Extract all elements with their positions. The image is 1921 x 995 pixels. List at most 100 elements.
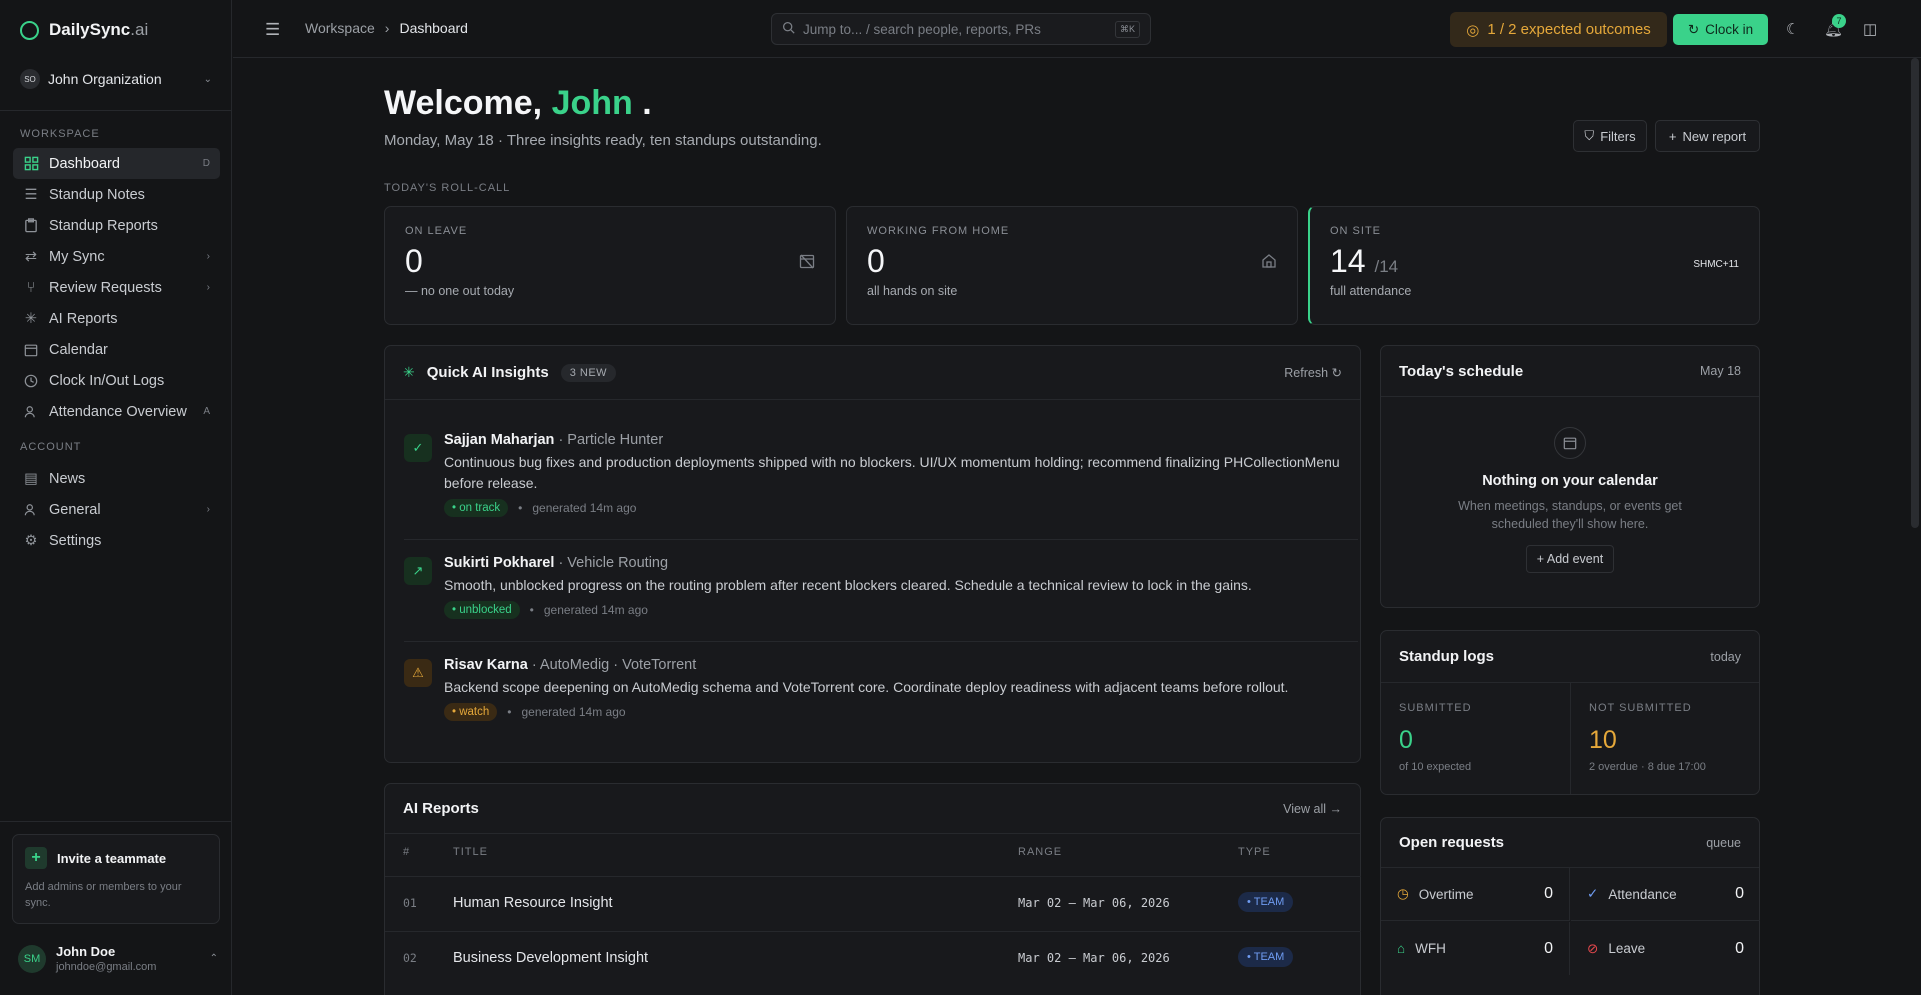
filters-button[interactable]: ⛉ Filters — [1573, 120, 1647, 152]
insight-time: generated 14m ago — [532, 501, 637, 515]
stat-total: /14 — [1374, 257, 1399, 276]
section-label-account: ACCOUNT — [20, 441, 82, 453]
sidebar-item-review-requests[interactable]: ⑂ Review Requests › — [13, 272, 220, 303]
view-all-link[interactable]: View all → — [1283, 802, 1342, 816]
expected-outcomes-button[interactable]: ◎ 1 / 2 expected outcomes — [1450, 12, 1667, 47]
request-leave[interactable]: ⊘ Leave 0 — [1571, 922, 1760, 975]
status-label: on track — [459, 502, 501, 514]
ai-reports-card: AI Reports View all → # TITLE RANGE TYPE… — [384, 783, 1361, 995]
sidebar-item-calendar[interactable]: Calendar — [13, 334, 220, 365]
card-title: Today's schedule — [1399, 362, 1524, 380]
schedule-card: Today's schedule May 18 Nothing on your … — [1380, 345, 1760, 608]
invite-teammate-card[interactable]: + Invite a teammate Add admins or members… — [12, 834, 220, 924]
greeting-punctuation: . — [642, 84, 652, 122]
sidebar-divider — [0, 821, 232, 822]
sidebar-item-settings[interactable]: ⚙ Settings — [13, 525, 220, 556]
stat-value: 10 — [1589, 726, 1617, 754]
stat-card-wfh[interactable]: WORKING FROM HOME 0 all hands on site — [846, 206, 1298, 325]
column-header: RANGE — [1018, 846, 1063, 858]
card-title: Quick AI Insights — [426, 364, 549, 381]
status-badge: • on track — [444, 499, 509, 517]
chevron-right-icon: › — [206, 504, 210, 515]
new-report-button[interactable]: + New report — [1655, 120, 1760, 152]
stat-card-on-leave[interactable]: ON LEAVE 0 — no one out today — [384, 206, 836, 325]
card-header: AI Reports View all → — [385, 784, 1360, 834]
list-icon: ☰ — [24, 186, 38, 203]
stat-value: 0 — [867, 243, 1277, 280]
insight-text: Smooth, unblocked progress on the routin… — [444, 577, 1252, 593]
chevron-up-icon: ⌃ — [209, 953, 218, 964]
chevron-down-icon: ⌄ — [203, 73, 212, 85]
request-wfh[interactable]: ⌂ WFH 0 — [1381, 922, 1570, 975]
table-row[interactable]: 01 Human Resource Insight Mar 02 — Mar 0… — [385, 876, 1361, 931]
sidebar-item-label: AI Reports — [49, 310, 118, 327]
stat-number: 0 — [405, 243, 423, 279]
sidebar-item-news[interactable]: ▤ News — [13, 463, 220, 494]
avatar: SM — [18, 944, 46, 973]
moon-icon[interactable]: ☾ — [1786, 20, 1799, 38]
type-badge: • TEAM — [1238, 892, 1294, 912]
card-title: Standup logs — [1399, 648, 1494, 665]
refresh-button[interactable]: Refresh ↻ — [1284, 365, 1342, 380]
stat-value: 14 /14 — [1330, 243, 1739, 280]
sidebar-item-label: Review Requests — [49, 279, 162, 296]
stat-note: full attendance — [1330, 284, 1412, 298]
invite-description: Add admins or members to your sync. — [25, 881, 182, 909]
sidebar-item-general[interactable]: General › — [13, 494, 220, 525]
user-name: John Doe — [56, 944, 116, 959]
brand-logo[interactable]: DailySync.ai — [20, 20, 148, 40]
user-menu[interactable]: SM John Doe johndoe@gmail.com ⌃ — [18, 944, 218, 973]
sidebar-item-clock-logs[interactable]: Clock In/Out Logs — [13, 365, 220, 396]
breadcrumb-workspace[interactable]: Workspace — [305, 20, 375, 36]
sidebar-item-label: Settings — [49, 532, 102, 549]
request-attendance[interactable]: ✓ Attendance 0 — [1571, 868, 1760, 921]
page-subtitle: Monday, May 18 · Three insights ready, t… — [384, 132, 822, 149]
search-input[interactable]: Jump to... / search people, reports, PRs… — [771, 13, 1151, 45]
insight-project: · Vehicle Routing — [558, 555, 669, 571]
insight-text: Continuous bug fixes and production depl… — [444, 454, 1340, 491]
sidebar-item-standup-reports[interactable]: Standup Reports — [13, 210, 220, 241]
app-root: DailySync.ai SO John Organization ⌄ WORK… — [0, 0, 1921, 995]
add-event-button[interactable]: + Add event — [1525, 545, 1615, 573]
stat-card-on-site[interactable]: ON SITE 14 /14 full attendance SHMC+11 — [1308, 206, 1760, 325]
org-switcher[interactable]: SO John Organization ⌄ — [12, 60, 220, 98]
sparkle-icon: ✳ — [403, 364, 415, 380]
sidebar-item-dashboard[interactable]: Dashboard D — [13, 148, 220, 179]
sidebar-item-attendance-overview[interactable]: Attendance Overview A — [13, 396, 220, 427]
menu-toggle-icon[interactable]: ☰ — [265, 20, 280, 40]
not-submitted-stat[interactable]: NOT SUBMITTED 10 2 overdue · 8 due 17:00 — [1571, 686, 1760, 790]
stat-note: 2 overdue · 8 due 17:00 — [1589, 761, 1706, 773]
request-overtime[interactable]: ◷ Overtime 0 — [1381, 868, 1570, 921]
insight-person: Sajjan Maharjan — [444, 432, 555, 448]
insight-item[interactable]: ⚠ Risav Karna · AutoMedig · VoteTorrent … — [404, 657, 1358, 747]
scrollbar[interactable] — [1911, 58, 1919, 528]
new-report-label: New report — [1682, 128, 1747, 144]
row-number: 02 — [403, 951, 417, 965]
new-count-chip: 3 NEW — [560, 363, 617, 382]
brand-name: DailySync — [49, 20, 131, 39]
panel-toggle-icon[interactable]: ◫ — [1863, 20, 1877, 38]
insight-time: generated 14m ago — [521, 705, 626, 719]
sidebar-item-my-sync[interactable]: ⇄ My Sync › — [13, 241, 220, 272]
stat-label: WORKING FROM HOME — [867, 225, 1010, 237]
stat-value: 0 — [405, 243, 815, 280]
chevron-right-icon: › — [206, 282, 210, 293]
table-row[interactable]: 02 Business Development Insight Mar 02 —… — [385, 931, 1361, 986]
sidebar-item-label: My Sync — [49, 248, 105, 265]
request-label: Attendance — [1608, 886, 1677, 902]
insight-item[interactable]: ✓ Sajjan Maharjan · Particle Hunter Cont… — [404, 432, 1358, 542]
search-icon — [782, 21, 795, 37]
insight-item[interactable]: ↗ Sukirti Pokharel · Vehicle Routing Smo… — [404, 555, 1358, 645]
sidebar-item-standup-notes[interactable]: ☰ Standup Notes — [13, 179, 220, 210]
stat-note: of 10 expected — [1399, 761, 1472, 773]
stat-label: NOT SUBMITTED — [1589, 702, 1692, 714]
filters-label: Filters — [1600, 128, 1636, 144]
submitted-stat[interactable]: SUBMITTED 0 of 10 expected — [1381, 686, 1570, 790]
status-badge: • watch — [444, 703, 498, 721]
insight-project: · Particle Hunter — [558, 432, 664, 448]
clock-in-button[interactable]: ↻ Clock in — [1673, 14, 1768, 45]
outcomes-label: 1 / 2 expected outcomes — [1487, 21, 1651, 38]
sidebar-item-ai-reports[interactable]: ✳ AI Reports — [13, 303, 220, 334]
user-first-name: John — [551, 84, 633, 122]
plus-icon: + — [1668, 128, 1677, 144]
